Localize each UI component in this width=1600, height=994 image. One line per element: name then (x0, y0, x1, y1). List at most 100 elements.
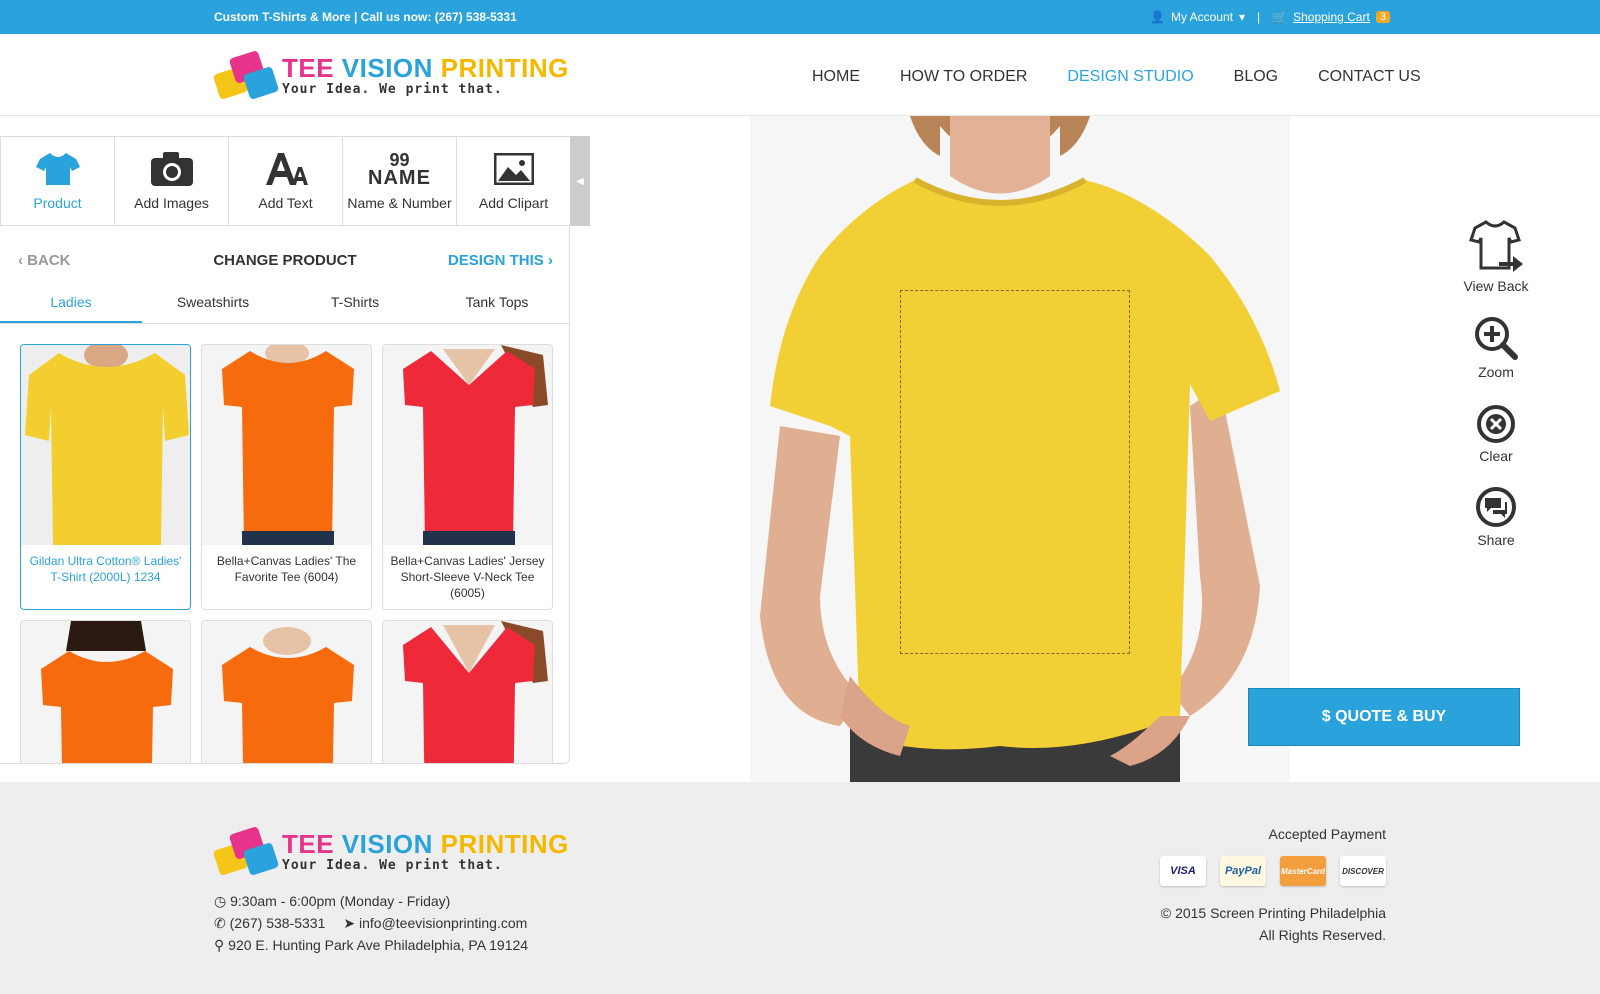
footer-contact-info: ◷ 9:30am - 6:00pm (Monday - Friday) ✆ (2… (214, 890, 528, 956)
view-back-button[interactable]: View Back (1456, 218, 1536, 294)
tool-product-label: Product (33, 195, 82, 211)
tool-add-images-label: Add Images (134, 195, 209, 211)
product-card[interactable]: Bella+Canvas Ladies' Jersey Short-Sleeve… (382, 344, 553, 610)
footer-brand-name: TEE VISION PRINTING (282, 828, 569, 859)
footer-logo[interactable]: TEE VISION PRINTING Your Idea. We print … (212, 824, 569, 878)
tab-sweatshirts[interactable]: Sweatshirts (142, 282, 284, 323)
all-rights-reserved: All Rights Reserved. (1259, 927, 1386, 943)
product-panel: ‹ BACK CHANGE PRODUCT DESIGN THIS › Ladi… (0, 226, 570, 764)
logo-brand-name: TEE VISION PRINTING (282, 52, 569, 83)
print-area[interactable] (900, 290, 1130, 654)
logo-tagline: Your Idea. We print that. (282, 81, 503, 97)
text-icon (264, 147, 308, 191)
top-bar: Custom T-Shirts & More | Call us now: (2… (0, 0, 1600, 34)
user-icon: 👤 (1150, 10, 1165, 24)
name-number-icon-bottom: NAME (368, 167, 431, 189)
zoom-in-icon (1456, 310, 1536, 360)
product-card[interactable]: Bella+Canvas Ladies' The Favorite Tee (6… (201, 344, 372, 610)
collapse-panel-button[interactable]: ◀ (570, 136, 590, 226)
design-this-button[interactable]: DESIGN THIS › (448, 252, 553, 269)
tool-name-number[interactable]: 99 NAME Name & Number (342, 136, 456, 226)
footer-tagline: Your Idea. We print that. (282, 857, 503, 873)
product-image (383, 621, 552, 763)
map-marker-icon: ⚲ (214, 937, 229, 953)
logo-mark (212, 824, 280, 878)
top-bar-separator: | (1257, 10, 1261, 24)
tool-add-clipart-label: Add Clipart (478, 195, 549, 211)
my-account-link[interactable]: My Account (1171, 10, 1233, 24)
product-image (21, 345, 190, 545)
tab-tank-tops[interactable]: Tank Tops (426, 282, 568, 323)
tool-add-images[interactable]: Add Images (114, 136, 228, 226)
product-image (383, 345, 552, 545)
name-number-icon: 99 NAME (368, 147, 431, 191)
view-back-label: View Back (1463, 278, 1529, 294)
nav-design-studio[interactable]: DESIGN STUDIO (1067, 68, 1193, 86)
view-back-icon (1456, 218, 1536, 274)
shopping-cart-link[interactable]: Shopping Cart (1293, 10, 1370, 24)
paper-plane-icon: ➤ (343, 915, 359, 931)
product-card[interactable]: Gildan Ultra Cotton® Ladies' T-Shirt (20… (20, 344, 191, 610)
site-logo[interactable]: TEE VISION PRINTING Your Idea. We print … (212, 48, 569, 102)
accepted-payment-title: Accepted Payment (1268, 826, 1386, 842)
product-name: Bella+Canvas Ladies' Jersey Short-Sleeve… (390, 554, 545, 600)
product-image (202, 345, 371, 545)
business-hours: 9:30am - 6:00pm (Monday - Friday) (230, 893, 451, 909)
cart-icon: 🛒 (1272, 10, 1288, 24)
paypal-icon: PayPal (1220, 856, 1266, 886)
clear-label: Clear (1479, 448, 1513, 464)
camera-icon (150, 147, 193, 191)
discover-icon: DISCOVER (1340, 856, 1386, 886)
site-footer: TEE VISION PRINTING Your Idea. We print … (0, 782, 1600, 994)
tab-ladies[interactable]: Ladies (0, 282, 142, 323)
product-image (202, 621, 371, 763)
copyright: © 2015 Screen Printing Philadelphia (1160, 905, 1386, 921)
visa-icon: VISA (1160, 856, 1206, 886)
nav-how-to-order[interactable]: HOW TO ORDER (900, 68, 1027, 86)
top-bar-tagline: Custom T-Shirts & More | Call us now: (2… (214, 10, 517, 24)
site-header: TEE VISION PRINTING Your Idea. We print … (0, 34, 1600, 116)
product-image (21, 621, 190, 763)
nav-home[interactable]: HOME (812, 68, 860, 86)
caret-left-icon: ◀ (576, 175, 584, 187)
tool-add-text[interactable]: Add Text (228, 136, 342, 226)
main-nav: HOME HOW TO ORDER DESIGN STUDIO BLOG CON… (812, 68, 1421, 86)
clear-icon (1456, 398, 1536, 444)
chevron-right-icon: › (543, 252, 553, 269)
logo-mark (212, 48, 280, 102)
footer-email[interactable]: info@teevisionprinting.com (359, 915, 527, 931)
mastercard-icon: MasterCard (1280, 856, 1326, 886)
product-name: Bella+Canvas Ladies' The Favorite Tee (6… (216, 554, 357, 584)
payment-methods: VISA PayPal MasterCard DISCOVER (1160, 856, 1386, 886)
nav-contact-us[interactable]: CONTACT US (1318, 68, 1421, 86)
chevron-down-icon: ▾ (1238, 10, 1246, 24)
quote-and-buy-button[interactable]: $ QUOTE & BUY (1248, 688, 1520, 746)
product-card[interactable] (382, 620, 553, 763)
clock-icon: ◷ (214, 893, 231, 909)
top-bar-links: 👤 My Account ▾ | 🛒 Shopping Cart 3 (1150, 10, 1390, 24)
share-label: Share (1477, 532, 1515, 548)
tshirt-icon (35, 147, 80, 191)
tool-name-number-label: Name & Number (347, 195, 452, 211)
product-card[interactable] (201, 620, 372, 763)
image-icon (493, 147, 534, 191)
zoom-button[interactable]: Zoom (1456, 310, 1536, 380)
product-grid: Gildan Ultra Cotton® Ladies' T-Shirt (20… (0, 324, 569, 763)
share-button[interactable]: Share (1456, 480, 1536, 548)
category-tabs: Ladies Sweatshirts T-Shirts Tank Tops (0, 282, 569, 324)
footer-address: 920 E. Hunting Park Ave Philadelphia, PA… (228, 937, 529, 953)
tab-t-shirts[interactable]: T-Shirts (284, 282, 426, 323)
cart-count-badge: 3 (1375, 11, 1390, 23)
design-toolbar: Product Add Images Add Text 99 NAME Name… (0, 136, 590, 226)
clear-button[interactable]: Clear (1456, 398, 1536, 464)
phone-icon: ✆ (214, 915, 230, 931)
footer-right: Accepted Payment VISA PayPal MasterCard … (1160, 826, 1386, 946)
tool-add-text-label: Add Text (258, 195, 313, 211)
nav-blog[interactable]: BLOG (1234, 68, 1278, 86)
product-card[interactable] (20, 620, 191, 763)
tool-add-clipart[interactable]: Add Clipart (456, 136, 570, 226)
share-icon (1456, 480, 1536, 528)
zoom-label: Zoom (1478, 364, 1514, 380)
product-name: Gildan Ultra Cotton® Ladies' T-Shirt (20… (29, 554, 182, 584)
tool-product[interactable]: Product (0, 136, 114, 226)
